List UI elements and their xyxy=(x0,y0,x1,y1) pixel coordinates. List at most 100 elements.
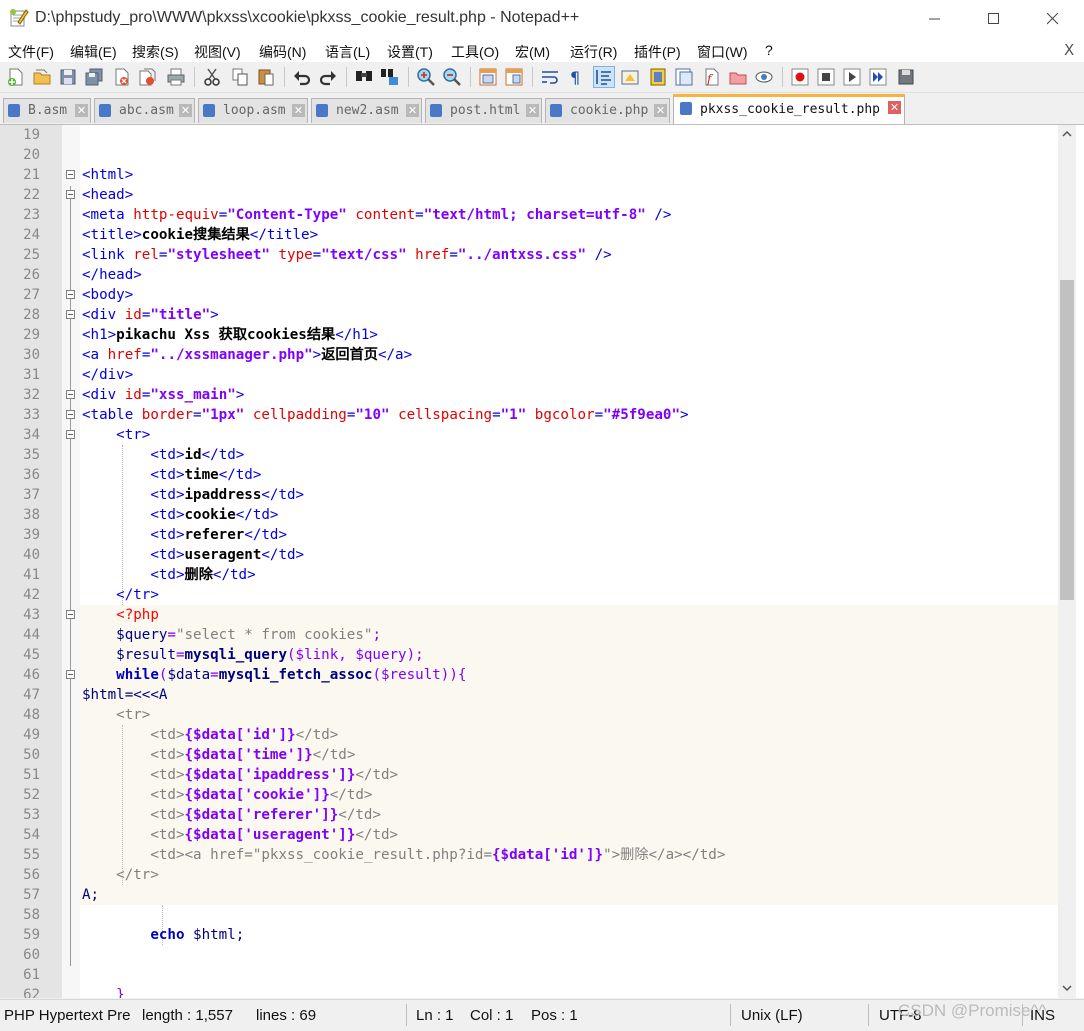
tab-pkxss-cookie-result-php[interactable]: pkxss_cookie_result.php ✕ xyxy=(673,94,905,124)
menu-window[interactable]: 窗口(W) xyxy=(697,42,748,62)
folder-workspace-icon[interactable]: f xyxy=(702,67,722,87)
toolbar-separator xyxy=(194,67,195,87)
code-line: 34 <tr> xyxy=(23,427,151,443)
replace-icon[interactable] xyxy=(380,67,400,87)
code-line: 49 <td>{$data['id']}</td> xyxy=(23,727,339,743)
word-wrap-icon[interactable] xyxy=(540,67,560,87)
tab-close-icon[interactable]: ✕ xyxy=(654,104,667,117)
tab-loop-asm[interactable]: loop.asm ✕ xyxy=(198,98,308,123)
run-macro-multiple-icon[interactable] xyxy=(868,67,888,87)
zoom-in-icon[interactable] xyxy=(416,67,436,87)
play-macro-icon[interactable] xyxy=(842,67,862,87)
open-file-icon[interactable] xyxy=(32,67,52,87)
menu-language[interactable]: 语言(L) xyxy=(325,42,370,62)
tab-close-icon[interactable]: ✕ xyxy=(888,101,901,114)
scrollbar-thumb[interactable] xyxy=(1060,280,1074,600)
zoom-out-icon[interactable] xyxy=(442,67,462,87)
function-list-icon[interactable] xyxy=(674,67,694,87)
fold-toggle[interactable] xyxy=(66,290,75,299)
tab-label: cookie.php xyxy=(570,103,649,118)
fold-toggle[interactable] xyxy=(66,390,75,399)
menu-help[interactable]: ? xyxy=(765,42,773,58)
menu-search[interactable]: 搜索(S) xyxy=(132,42,179,62)
tab-close-icon[interactable]: ✕ xyxy=(526,104,539,117)
paste-icon[interactable] xyxy=(256,67,276,87)
menu-encoding[interactable]: 编码(N) xyxy=(259,42,306,62)
toolbar-separator xyxy=(408,67,409,87)
close-document-button[interactable]: X xyxy=(1064,41,1074,59)
tab-close-icon[interactable]: ✕ xyxy=(75,104,88,117)
code-line: 60 xyxy=(23,947,40,963)
save-all-icon[interactable] xyxy=(84,67,104,87)
fold-toggle[interactable] xyxy=(66,170,75,179)
tab-close-icon[interactable]: ✕ xyxy=(292,104,305,117)
code-line: 37 <td>ipaddress</td> xyxy=(23,487,305,503)
menu-settings[interactable]: 设置(T) xyxy=(387,42,433,62)
tab-close-icon[interactable]: ✕ xyxy=(179,104,192,117)
indent-guide-icon[interactable] xyxy=(593,66,615,88)
maximize-button[interactable] xyxy=(971,0,1017,38)
watermark-text: CSDN @Promise^^ xyxy=(898,1001,1047,1020)
close-window-button[interactable] xyxy=(1030,0,1076,38)
menu-macro[interactable]: 宏(M) xyxy=(515,42,550,62)
fold-toggle[interactable] xyxy=(66,670,75,679)
scroll-down-icon[interactable] xyxy=(1062,983,1072,993)
tab-close-icon[interactable]: ✕ xyxy=(406,104,419,117)
find-icon[interactable] xyxy=(354,67,374,87)
undo-icon[interactable] xyxy=(292,67,312,87)
redo-icon[interactable] xyxy=(318,67,338,87)
stop-macro-icon[interactable] xyxy=(816,67,836,87)
save-macro-icon[interactable] xyxy=(896,67,916,87)
copy-icon[interactable] xyxy=(230,67,250,87)
print-icon[interactable] xyxy=(166,67,186,87)
menu-plugins[interactable]: 插件(P) xyxy=(634,42,681,62)
vertical-scrollbar[interactable] xyxy=(1058,125,1076,998)
fold-toggle[interactable] xyxy=(66,610,75,619)
minimize-icon xyxy=(929,18,940,20)
minimize-button[interactable] xyxy=(912,0,958,38)
new-file-icon[interactable] xyxy=(6,67,26,87)
monitor-icon[interactable] xyxy=(754,67,774,87)
status-eol[interactable]: Unix (LF) xyxy=(741,1007,803,1024)
sync-h-icon[interactable] xyxy=(504,67,524,87)
show-all-chars-icon[interactable]: ¶ xyxy=(566,67,586,87)
fold-toggle[interactable] xyxy=(66,410,75,419)
status-line: Ln : 1 xyxy=(416,1007,454,1024)
toolbar-separator xyxy=(470,67,471,87)
code-line: 51 <td>{$data['ipaddress']}</td> xyxy=(23,767,399,783)
tab-abc-asm[interactable]: abc.asm ✕ xyxy=(94,98,195,123)
menu-edit[interactable]: 编辑(E) xyxy=(70,42,117,62)
record-macro-icon[interactable] xyxy=(790,67,810,87)
status-separator xyxy=(868,1004,869,1026)
fold-toggle[interactable] xyxy=(66,310,75,319)
udl-icon[interactable] xyxy=(620,67,640,87)
code-line: 55 <td><a href="pkxss_cookie_result.php?… xyxy=(23,847,726,863)
menu-file[interactable]: 文件(F) xyxy=(8,42,54,62)
sync-v-icon[interactable] xyxy=(478,67,498,87)
close-file-icon[interactable] xyxy=(112,67,132,87)
folder-icon[interactable] xyxy=(728,67,748,87)
code-line: 24 <title>cookie搜集结果</title> xyxy=(23,227,319,243)
menu-tools[interactable]: 工具(O) xyxy=(451,42,499,62)
fold-toggle[interactable] xyxy=(66,190,75,199)
save-icon[interactable] xyxy=(58,67,78,87)
code-editor[interactable]: 19 20 21 <html> 22 <head> 23 <meta http-… xyxy=(0,125,1084,998)
code-line: 26 </head> xyxy=(23,267,142,283)
doc-map-icon[interactable] xyxy=(648,67,668,87)
code-line: 21 <html> xyxy=(23,167,134,183)
tab-post-html[interactable]: post.html ✕ xyxy=(425,98,542,123)
cut-icon[interactable] xyxy=(202,67,222,87)
file-icon xyxy=(99,104,111,117)
code-line: 44 $query="select * from cookies"; xyxy=(23,627,381,643)
fold-toggle[interactable] xyxy=(66,430,75,439)
code-line: 28 <div id="title"> xyxy=(23,307,219,323)
file-icon xyxy=(8,104,20,117)
close-all-icon[interactable] xyxy=(138,67,158,87)
tab-new2-asm[interactable]: new2.asm ✕ xyxy=(311,98,422,123)
menu-run[interactable]: 运行(R) xyxy=(570,42,617,62)
scroll-up-icon[interactable] xyxy=(1062,129,1072,139)
menu-view[interactable]: 视图(V) xyxy=(194,42,241,62)
title-bar: D:\phpstudy_pro\WWW\pkxss\xcookie\pkxss_… xyxy=(0,0,1084,38)
tab-b-asm[interactable]: B.asm ✕ xyxy=(3,98,91,123)
tab-cookie-php[interactable]: cookie.php ✕ xyxy=(545,98,670,123)
